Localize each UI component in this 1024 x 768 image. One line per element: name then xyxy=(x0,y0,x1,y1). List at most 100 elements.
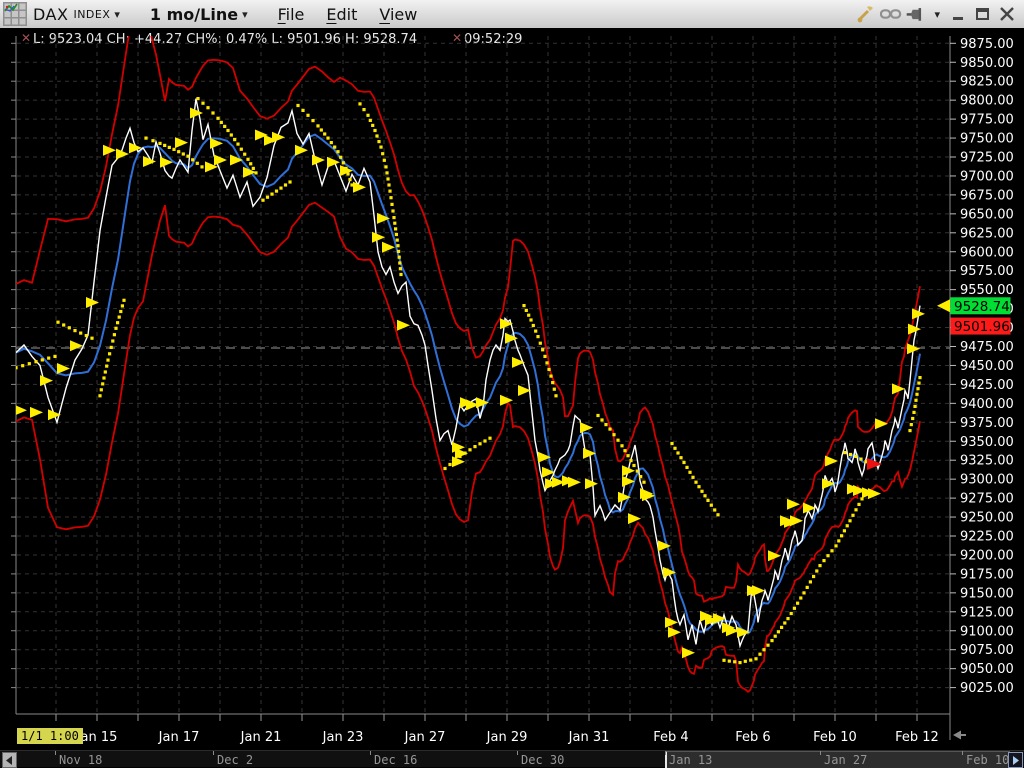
y-axis-label: 9850.00 xyxy=(960,56,1014,71)
y-axis-label: 9800.00 xyxy=(960,94,1014,109)
sar-dots xyxy=(14,97,921,664)
y-axis-label: 9375.00 xyxy=(960,416,1014,431)
buy-signal-icon xyxy=(682,647,695,658)
buy-signal-icon xyxy=(190,108,203,119)
buy-signal-icon xyxy=(312,155,325,166)
close-price-line xyxy=(16,99,920,646)
pin-dropdown-caret-icon[interactable]: ▾ xyxy=(934,8,940,21)
y-axis-label: 9650.00 xyxy=(960,207,1014,222)
scrollbar-tick xyxy=(962,751,963,755)
symbol-name[interactable]: DAX xyxy=(33,5,68,24)
y-axis-label: 9125.00 xyxy=(960,605,1014,620)
price-chart[interactable]: 9025.009050.009075.009100.009125.009150.… xyxy=(0,28,1024,750)
buy-signal-icon xyxy=(580,422,593,433)
lower-band-line xyxy=(16,203,920,692)
scrollbar-tick xyxy=(370,751,371,755)
menu-edit[interactable]: Edit xyxy=(326,5,357,24)
buy-signal-icon xyxy=(875,418,888,429)
y-axis-label: 9050.00 xyxy=(960,662,1014,677)
svg-text:9501.96: 9501.96 xyxy=(954,319,1010,335)
x-axis-label: Jan 21 xyxy=(240,730,282,745)
series-layer xyxy=(16,28,920,692)
minimize-icon[interactable] xyxy=(950,6,968,22)
buy-signal-icon xyxy=(30,407,43,418)
x-axis-label: Feb 12 xyxy=(895,730,939,745)
menu-file[interactable]: File xyxy=(278,5,305,24)
signal-triangles xyxy=(14,108,925,659)
y-axis-label: 9400.00 xyxy=(960,397,1014,412)
buy-signal-icon xyxy=(908,324,921,335)
y-axis-label: 9675.00 xyxy=(960,188,1014,203)
x-axis-label: Feb 6 xyxy=(735,730,770,745)
y-axis-label: 9725.00 xyxy=(960,151,1014,166)
buy-signal-icon xyxy=(512,357,525,368)
x-axis-label: Jan 31 xyxy=(568,730,610,745)
y-axis-label: 9775.00 xyxy=(960,113,1014,128)
buy-signal-icon xyxy=(57,363,70,374)
buy-signal-icon xyxy=(175,137,188,148)
buy-signal-icon xyxy=(585,478,598,489)
symbol-dropdown-caret-icon[interactable]: ▾ xyxy=(114,8,120,21)
scrollbar-tick xyxy=(665,751,666,755)
window-controls xyxy=(944,6,1016,22)
y-axis-label: 9075.00 xyxy=(960,643,1014,658)
buy-signal-icon xyxy=(48,409,61,420)
y-axis-label: 9150.00 xyxy=(960,586,1014,601)
y-axis-label: 9700.00 xyxy=(960,169,1014,184)
scrollbar-tick xyxy=(517,751,518,755)
timeframe-dropdown-caret-icon[interactable]: ▾ xyxy=(242,8,248,21)
scrollbar-date-label: Jan 27 xyxy=(824,753,867,767)
buy-signal-icon xyxy=(230,155,243,166)
y-axis-label: 9300.00 xyxy=(960,473,1014,488)
x-axis-label: Feb 10 xyxy=(813,730,857,745)
last-price-label: 9528.74 xyxy=(951,297,1011,315)
scrollbar-date-label: Nov 18 xyxy=(59,753,102,767)
x-axis-label: Jan 29 xyxy=(486,730,528,745)
y-axis-label: 9875.00 xyxy=(960,37,1014,52)
restore-icon[interactable] xyxy=(974,6,992,22)
y-axis-label: 9325.00 xyxy=(960,454,1014,469)
y-axis-label: 9350.00 xyxy=(960,435,1014,450)
scrollbar-date-label: Feb 10 xyxy=(966,753,1009,767)
y-axis-label: 9175.00 xyxy=(960,567,1014,582)
y-axis-label: 9475.00 xyxy=(960,340,1014,355)
y-axis-label: 9450.00 xyxy=(960,359,1014,374)
y-axis-label: 9825.00 xyxy=(960,75,1014,90)
scrollbar-date-label: Dec 16 xyxy=(374,753,417,767)
y-axis-label: 9200.00 xyxy=(960,548,1014,563)
buy-signal-icon xyxy=(752,585,765,596)
y-axis-label: 9425.00 xyxy=(960,378,1014,393)
scroll-left-button[interactable] xyxy=(2,752,17,768)
y-axis-label: 9275.00 xyxy=(960,492,1014,507)
date-scrollbar[interactable]: Nov 18Dec 2Dec 16Dec 30Jan 13Jan 27Feb 1… xyxy=(0,750,1024,767)
y-axis-label: 9100.00 xyxy=(960,624,1014,639)
link-icon[interactable] xyxy=(880,3,902,25)
close-icon[interactable] xyxy=(998,6,1016,22)
scrollbar-tick xyxy=(55,751,56,755)
app-chart-grid-icon xyxy=(3,2,27,26)
buy-signal-icon xyxy=(372,232,385,243)
svg-text:9528.74: 9528.74 xyxy=(954,299,1010,315)
y-axis-label: 9550.00 xyxy=(960,283,1014,298)
y-axis-label: 9750.00 xyxy=(960,132,1014,147)
page-interval-badge: 1/1 1:00 xyxy=(17,728,83,744)
wrench-icon[interactable] xyxy=(855,3,877,25)
scrollbar-tick xyxy=(820,751,821,755)
scrollbar-tick xyxy=(213,751,214,755)
x-axis-label: Jan 23 xyxy=(322,730,364,745)
scrollbar-date-label: Jan 13 xyxy=(669,753,712,767)
axis-scroll-arrow-icon[interactable] xyxy=(953,731,961,740)
y-axis-label: 9250.00 xyxy=(960,511,1014,526)
scroll-right-button[interactable] xyxy=(1008,752,1023,768)
buy-signal-icon xyxy=(568,477,581,488)
title-bar: DAX INDEX ▾ 1 mo/Line ▾ File Edit View ▾ xyxy=(0,0,1024,29)
y-axis-label: 9600.00 xyxy=(960,245,1014,260)
chart-window: DAX INDEX ▾ 1 mo/Line ▾ File Edit View ▾ xyxy=(0,0,1024,768)
pin-icon[interactable] xyxy=(905,3,927,25)
menu-view[interactable]: View xyxy=(379,5,417,24)
symbol-type[interactable]: INDEX xyxy=(73,8,110,21)
timeframe-selector[interactable]: 1 mo/Line xyxy=(150,5,238,24)
x-axis-label: Jan 17 xyxy=(158,730,200,745)
y-axis-label: 9625.00 xyxy=(960,226,1014,241)
y-axis-label: 9575.00 xyxy=(960,264,1014,279)
